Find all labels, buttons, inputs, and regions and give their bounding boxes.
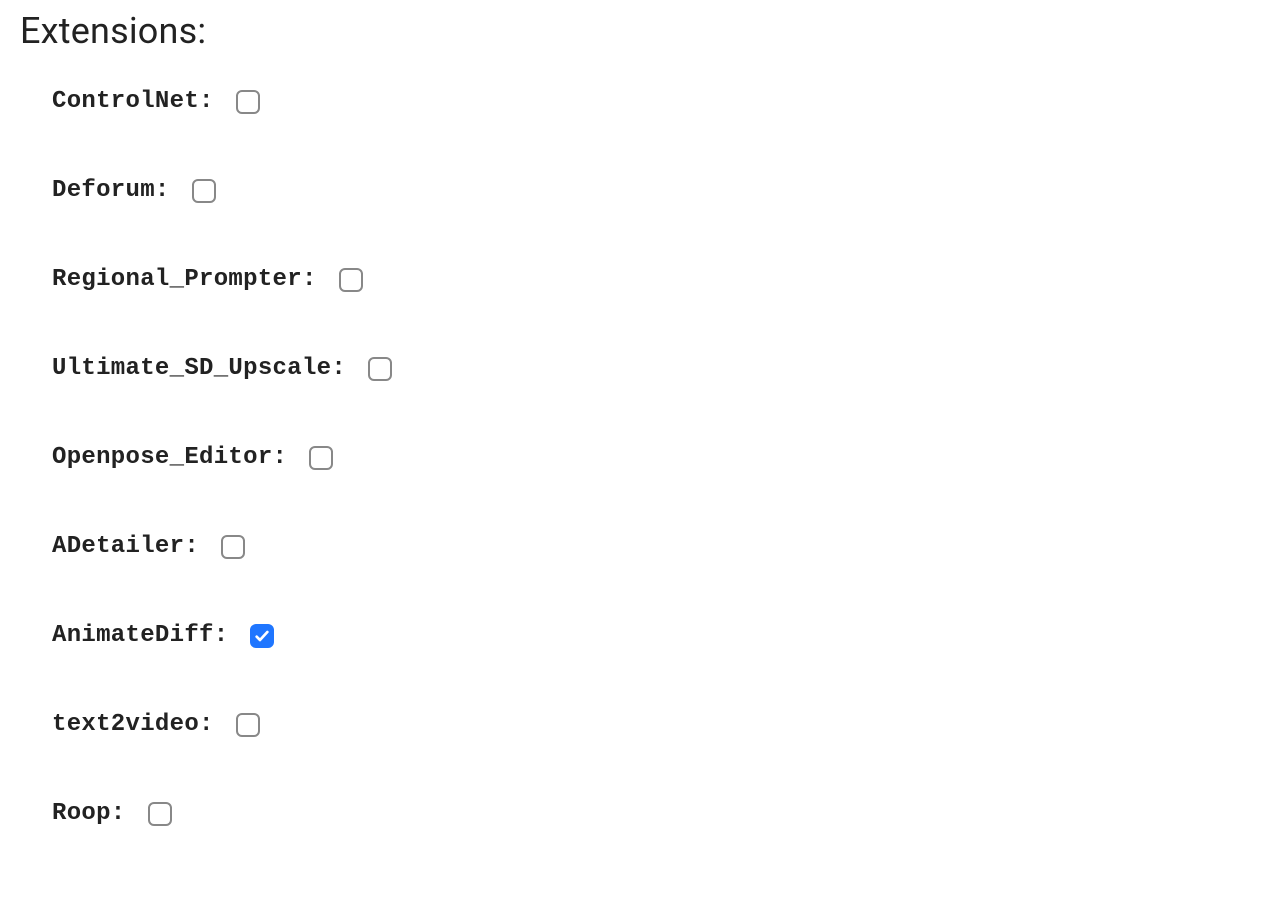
extension-row-roop: Roop: xyxy=(52,800,1246,827)
extension-label: Deforum: xyxy=(52,177,170,204)
extension-label: ControlNet: xyxy=(52,88,214,115)
extension-label: ADetailer: xyxy=(52,533,199,560)
extension-label: AnimateDiff: xyxy=(52,622,228,649)
extension-label: Openpose_Editor: xyxy=(52,444,287,471)
extension-checkbox-ultimate_sd_upscale[interactable] xyxy=(368,357,392,381)
extensions-list: ControlNet: Deforum: Regional_Prompter: Ult… xyxy=(20,88,1246,827)
extension-label: Regional_Prompter: xyxy=(52,266,317,293)
extension-row-regional_prompter: Regional_Prompter: xyxy=(52,266,1246,293)
extension-row-adetailer: ADetailer: xyxy=(52,533,1246,560)
extension-checkbox-regional_prompter[interactable] xyxy=(339,268,363,292)
extension-row-ultimate_sd_upscale: Ultimate_SD_Upscale: xyxy=(52,355,1246,382)
extension-checkbox-text2video[interactable] xyxy=(236,713,260,737)
extension-checkbox-openpose_editor[interactable] xyxy=(309,446,333,470)
extension-label: Ultimate_SD_Upscale: xyxy=(52,355,346,382)
extension-row-openpose_editor: Openpose_Editor: xyxy=(52,444,1246,471)
extension-checkbox-deforum[interactable] xyxy=(192,179,216,203)
extension-checkbox-roop[interactable] xyxy=(148,802,172,826)
extension-row-text2video: text2video: xyxy=(52,711,1246,738)
extension-row-animatediff: AnimateDiff: xyxy=(52,622,1246,649)
extension-row-deforum: Deforum: xyxy=(52,177,1246,204)
extension-checkbox-adetailer[interactable] xyxy=(221,535,245,559)
extension-label: Roop: xyxy=(52,800,126,827)
extensions-section-title: Extensions: xyxy=(20,10,1246,52)
extension-checkbox-animatediff[interactable] xyxy=(250,624,274,648)
extension-checkbox-controlnet[interactable] xyxy=(236,90,260,114)
check-icon xyxy=(254,628,270,644)
extension-row-controlnet: ControlNet: xyxy=(52,88,1246,115)
extension-label: text2video: xyxy=(52,711,214,738)
